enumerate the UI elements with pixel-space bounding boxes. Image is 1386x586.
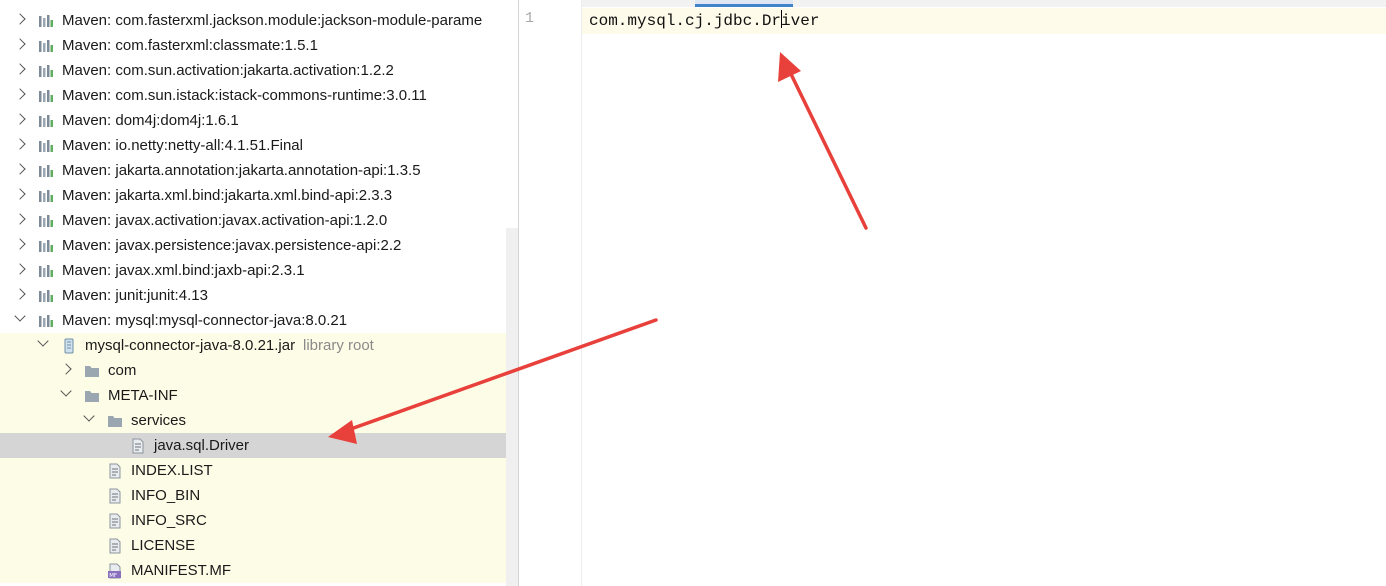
maven-library-icon <box>38 238 54 254</box>
tree-row[interactable]: Maven: mysql:mysql-connector-java:8.0.21 <box>0 308 518 333</box>
tree-row[interactable]: Maven: javax.persistence:javax.persisten… <box>0 233 518 258</box>
tree-row-label: Maven: jakarta.annotation:jakarta.annota… <box>62 162 421 179</box>
text-file-icon <box>107 513 123 529</box>
tree-row-label: MANIFEST.MF <box>131 562 231 579</box>
tree-row-hint: library root <box>303 337 374 354</box>
maven-library-icon <box>38 263 54 279</box>
maven-library-icon <box>38 38 54 54</box>
tree-row-label: META-INF <box>108 387 178 404</box>
maven-library-icon <box>38 138 54 154</box>
chevron-right-icon[interactable] <box>60 363 72 375</box>
tree-row-label: Maven: dom4j:dom4j:1.6.1 <box>62 112 239 129</box>
chevron-right-icon[interactable] <box>14 138 26 150</box>
tree-row-label: Maven: javax.persistence:javax.persisten… <box>62 237 402 254</box>
tree-row-label: Maven: mysql:mysql-connector-java:8.0.21 <box>62 312 348 329</box>
tree-row-label: Maven: io.netty:netty-all:4.1.51.Final <box>62 137 303 154</box>
chevron-down-icon[interactable] <box>60 385 72 397</box>
tree-row[interactable]: Maven: jakarta.annotation:jakarta.annota… <box>0 158 518 183</box>
maven-library-icon <box>38 213 54 229</box>
tree-row[interactable]: Maven: jakarta.xml.bind:jakarta.xml.bind… <box>0 183 518 208</box>
tree-row-label: INFO_SRC <box>131 512 207 529</box>
tree-row[interactable]: java.sql.Driver <box>0 433 518 458</box>
tree-row[interactable]: INDEX.LIST <box>0 458 518 483</box>
tree-row[interactable]: services <box>0 408 518 433</box>
tree-row[interactable]: Maven: com.sun.istack:istack-commons-run… <box>0 83 518 108</box>
tree-row-label: LICENSE <box>131 537 196 554</box>
chevron-right-icon[interactable] <box>14 238 26 250</box>
tree-row[interactable]: Maven: com.sun.activation:jakarta.activa… <box>0 58 518 83</box>
tree-row[interactable]: Maven: junit:junit:4.13 <box>0 283 518 308</box>
code-text-after-caret: iver <box>781 12 820 30</box>
line-number: 1 <box>525 10 535 27</box>
tree-row[interactable]: com <box>0 358 518 383</box>
tree-row-label: INFO_BIN <box>131 487 201 504</box>
tree-row[interactable]: Maven: io.netty:netty-all:4.1.51.Final <box>0 133 518 158</box>
maven-library-icon <box>38 163 54 179</box>
folder-icon <box>84 388 100 404</box>
text-file-icon <box>107 488 123 504</box>
tree-row-label: Maven: jakarta.xml.bind:jakarta.xml.bind… <box>62 187 393 204</box>
chevron-right-icon[interactable] <box>14 163 26 175</box>
maven-library-icon <box>38 13 54 29</box>
text-file-icon <box>107 463 123 479</box>
editor-gutter: 1 <box>519 0 582 586</box>
tree-row-label: java.sql.Driver <box>154 437 250 454</box>
tree-row[interactable]: Maven: javax.xml.bind:jaxb-api:2.3.1 <box>0 258 518 283</box>
project-tree-panel: Maven: com.fasterxml.jackson.module:jack… <box>0 0 518 586</box>
text-file-icon <box>107 538 123 554</box>
chevron-down-icon[interactable] <box>83 410 95 422</box>
maven-library-icon <box>38 288 54 304</box>
tree-row[interactable]: mysql-connector-java-8.0.21.jar library r… <box>0 333 518 358</box>
svg-text:MF: MF <box>109 573 117 579</box>
chevron-right-icon[interactable] <box>14 63 26 75</box>
tree-row-label: mysql-connector-java-8.0.21.jar <box>85 337 296 354</box>
jar-icon <box>61 338 77 354</box>
chevron-down-icon[interactable] <box>37 335 49 347</box>
tree-row-label: Maven: junit:junit:4.13 <box>62 287 208 304</box>
maven-library-icon <box>38 188 54 204</box>
chevron-right-icon[interactable] <box>14 38 26 50</box>
chevron-right-icon[interactable] <box>14 88 26 100</box>
maven-library-icon <box>38 113 54 129</box>
code-text-before-caret: com.mysql.cj.jdbc.Dr <box>589 12 782 30</box>
tree-row-label: Maven: javax.activation:javax.activation… <box>62 212 388 229</box>
text-file-icon <box>130 438 146 454</box>
folder-icon <box>84 363 100 379</box>
maven-library-icon <box>38 313 54 329</box>
chevron-right-icon[interactable] <box>14 263 26 275</box>
tree-row[interactable]: INFO_BIN <box>0 483 518 508</box>
active-editor-tab[interactable] <box>695 0 793 7</box>
tree-row[interactable]: Maven: dom4j:dom4j:1.6.1 <box>0 108 518 133</box>
tree-row[interactable]: INFO_SRC <box>0 508 518 533</box>
tree-row[interactable]: Maven: javax.activation:javax.activation… <box>0 208 518 233</box>
project-tree-scrollbar[interactable] <box>506 228 518 586</box>
tree-row-label: INDEX.LIST <box>131 462 213 479</box>
chevron-right-icon[interactable] <box>14 213 26 225</box>
editor-panel: 1 com.mysql.cj.jdbc.Driver <box>519 0 1386 586</box>
tree-row-label: Maven: com.fasterxml.jackson.module:jack… <box>62 12 483 29</box>
editor-tab-strip[interactable] <box>519 0 1386 7</box>
tree-row[interactable]: Maven: com.fasterxml:classmate:1.5.1 <box>0 33 518 58</box>
tree-row[interactable]: META-INF <box>0 383 518 408</box>
manifest-file-icon: MF <box>107 563 123 579</box>
maven-library-icon <box>38 88 54 104</box>
chevron-right-icon[interactable] <box>14 288 26 300</box>
tree-row-label: Maven: com.sun.activation:jakarta.activa… <box>62 62 394 79</box>
maven-library-icon <box>38 63 54 79</box>
tree-row-label: Maven: javax.xml.bind:jaxb-api:2.3.1 <box>62 262 305 279</box>
code-line-1[interactable]: com.mysql.cj.jdbc.Driver <box>589 10 819 30</box>
chevron-right-icon[interactable] <box>14 13 26 25</box>
chevron-down-icon[interactable] <box>14 310 26 322</box>
folder-icon <box>107 413 123 429</box>
tree-row-label: Maven: com.sun.istack:istack-commons-run… <box>62 87 427 104</box>
tree-row[interactable]: Maven: com.fasterxml.jackson.module:jack… <box>0 8 518 33</box>
chevron-right-icon[interactable] <box>14 113 26 125</box>
tree-row[interactable]: MF MANIFEST.MF <box>0 558 518 583</box>
tree-row-label: services <box>131 412 187 429</box>
tree-row[interactable]: LICENSE <box>0 533 518 558</box>
tree-row-label: Maven: com.fasterxml:classmate:1.5.1 <box>62 37 318 54</box>
tree-row-label: com <box>108 362 137 379</box>
chevron-right-icon[interactable] <box>14 188 26 200</box>
